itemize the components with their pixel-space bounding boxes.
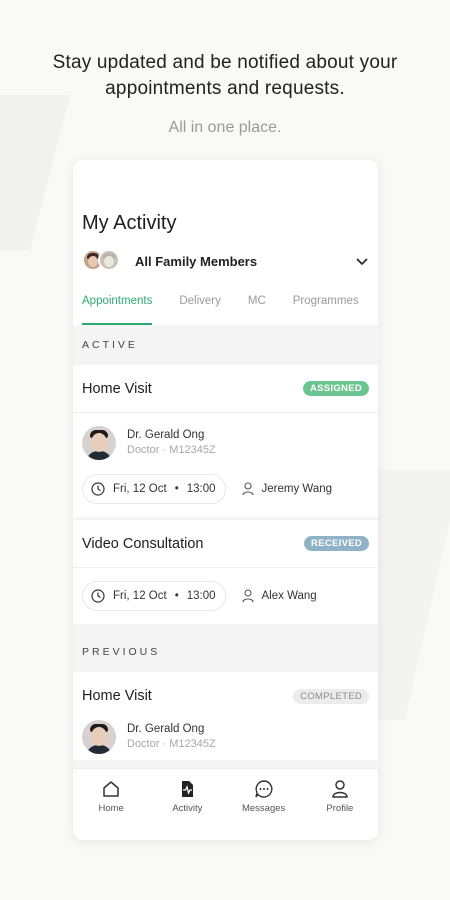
intro-headline: Stay updated and be notified about your … bbox=[52, 52, 398, 99]
family-selector-label: All Family Members bbox=[135, 253, 258, 269]
appointment-card[interactable]: Home Visit COMPLETED Dr. Gerald Ong Doct… bbox=[73, 672, 378, 760]
doctor-meta: Doctor · M12345Z bbox=[127, 444, 216, 456]
activity-tabs: Appointments Delivery MC Programmes bbox=[82, 292, 378, 325]
doctor-row: Dr. Gerald Ong Doctor · M12345Z bbox=[73, 720, 378, 760]
section-previous-heading: PREVIOUS bbox=[82, 646, 161, 658]
nav-home[interactable]: Home bbox=[81, 779, 141, 840]
tab-programmes[interactable]: Programmes bbox=[293, 292, 359, 325]
appointment-date: Fri, 12 Oct bbox=[113, 590, 167, 602]
card-title: Home Visit bbox=[82, 688, 152, 704]
card-header: Home Visit ASSIGNED bbox=[73, 365, 378, 413]
activity-icon bbox=[182, 781, 194, 797]
clock-icon bbox=[91, 482, 105, 496]
doctor-info: Dr. Gerald Ong Doctor · M12345Z bbox=[127, 428, 216, 458]
patient: Alex Wang bbox=[241, 589, 317, 603]
appointment-time: 13:00 bbox=[186, 590, 216, 602]
tab-mc[interactable]: MC bbox=[248, 292, 266, 325]
family-avatars bbox=[82, 249, 124, 273]
intro-subline: All in one place. bbox=[168, 119, 282, 136]
chevron-down-icon[interactable] bbox=[355, 254, 369, 268]
nav-activity-label: Activity bbox=[172, 803, 203, 814]
card-title: Home Visit bbox=[82, 380, 152, 397]
nav-profile[interactable]: Profile bbox=[310, 779, 370, 840]
home-icon bbox=[103, 781, 119, 797]
doctor-info: Dr. Gerald Ong Doctor · M12345Z bbox=[127, 722, 216, 752]
nav-messages[interactable]: Messages bbox=[234, 779, 294, 840]
messages-icon bbox=[254, 780, 273, 798]
activity-header: My Activity All Family Members Appointme… bbox=[73, 160, 378, 325]
doctor-role: Doctor bbox=[127, 738, 160, 750]
patient-name: Jeremy Wang bbox=[261, 483, 333, 495]
card-header: Video Consultation RECEIVED bbox=[73, 520, 378, 568]
status-badge: RECEIVED bbox=[304, 536, 369, 551]
nav-home-label: Home bbox=[98, 803, 124, 814]
doctor-id: M12345Z bbox=[169, 444, 216, 456]
doctor-role: Doctor bbox=[127, 444, 160, 456]
appointment-meta: Fri, 12 Oct • 13:00 Alex Wang bbox=[73, 568, 378, 624]
datetime-pill: Fri, 12 Oct • 13:00 bbox=[82, 474, 226, 504]
doctor-name: Dr. Gerald Ong bbox=[127, 429, 205, 441]
doctor-name: Dr. Gerald Ong bbox=[127, 723, 205, 735]
avatar bbox=[98, 249, 120, 271]
bottom-navigation: Home Activity Messages Profile bbox=[73, 768, 378, 840]
person-icon bbox=[241, 482, 254, 496]
appointment-date: Fri, 12 Oct bbox=[113, 483, 167, 495]
page-title: My Activity bbox=[82, 212, 177, 234]
appointment-meta: Fri, 12 Oct • 13:00 Jeremy Wang bbox=[73, 466, 378, 517]
appointment-card[interactable]: Home Visit ASSIGNED Dr. Gerald Ong Docto… bbox=[73, 365, 378, 517]
nav-messages-label: Messages bbox=[241, 803, 286, 814]
clock-icon bbox=[91, 589, 105, 603]
card-header: Home Visit COMPLETED bbox=[73, 672, 378, 720]
person-icon bbox=[241, 589, 254, 603]
phone-screen: My Activity All Family Members Appointme… bbox=[73, 160, 378, 840]
doctor-avatar bbox=[82, 426, 116, 460]
tab-appointments[interactable]: Appointments bbox=[82, 292, 153, 325]
patient: Jeremy Wang bbox=[241, 482, 333, 496]
nav-activity[interactable]: Activity bbox=[157, 779, 217, 840]
status-badge: ASSIGNED bbox=[302, 381, 369, 396]
tab-delivery[interactable]: Delivery bbox=[179, 292, 221, 325]
doctor-id: M12345Z bbox=[169, 738, 216, 750]
patient-name: Alex Wang bbox=[261, 590, 317, 602]
doctor-row: Dr. Gerald Ong Doctor · M12345Z bbox=[73, 413, 378, 466]
nav-profile-label: Profile bbox=[326, 803, 354, 814]
doctor-avatar bbox=[82, 720, 116, 754]
appointment-time: 13:00 bbox=[186, 483, 216, 495]
appointment-card[interactable]: Video Consultation RECEIVED Fri, 12 Oct … bbox=[73, 520, 378, 624]
profile-icon bbox=[332, 780, 348, 798]
section-active-heading: ACTIVE bbox=[82, 339, 138, 351]
doctor-meta: Doctor · M12345Z bbox=[127, 738, 216, 750]
card-title: Video Consultation bbox=[82, 535, 204, 552]
family-selector[interactable]: All Family Members bbox=[82, 248, 369, 274]
datetime-pill: Fri, 12 Oct • 13:00 bbox=[82, 581, 226, 611]
status-badge: COMPLETED bbox=[293, 688, 369, 704]
